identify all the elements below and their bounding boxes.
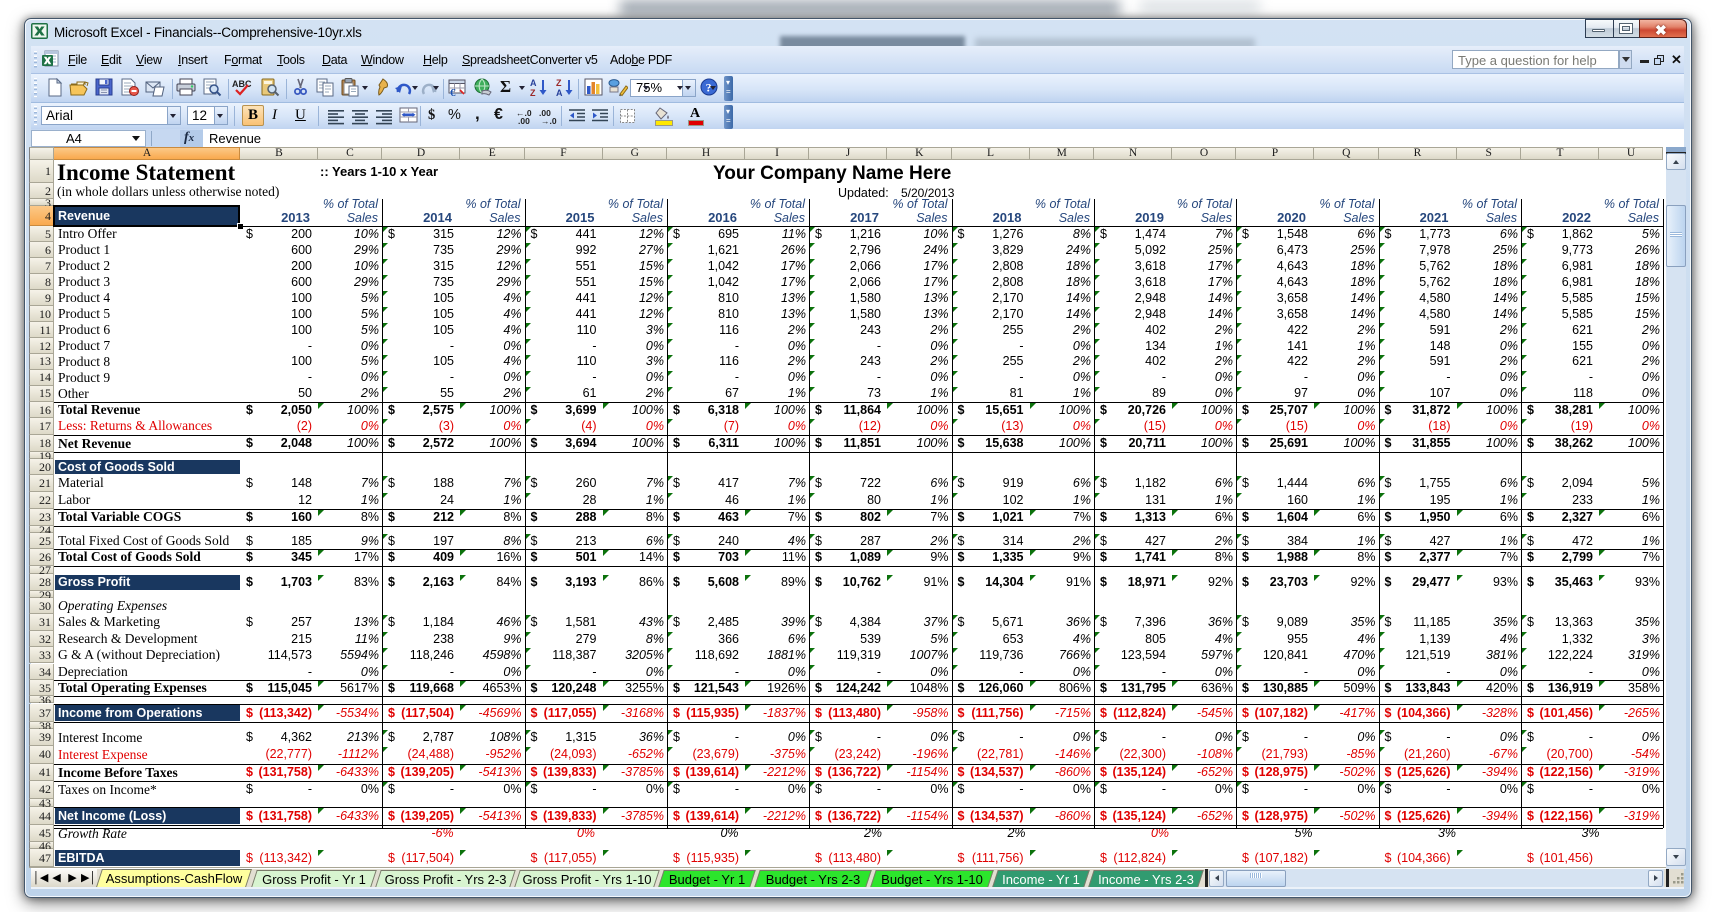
svg-text:A: A bbox=[556, 88, 563, 97]
svg-text:€: € bbox=[450, 87, 456, 97]
svg-text:ABC: ABC bbox=[232, 79, 252, 89]
svg-text:Z: Z bbox=[556, 78, 562, 88]
svg-text:→.0: →.0 bbox=[541, 116, 557, 124]
svg-text:A: A bbox=[530, 78, 537, 88]
svg-text:.00: .00 bbox=[518, 116, 530, 124]
svg-text:Z: Z bbox=[530, 88, 536, 97]
